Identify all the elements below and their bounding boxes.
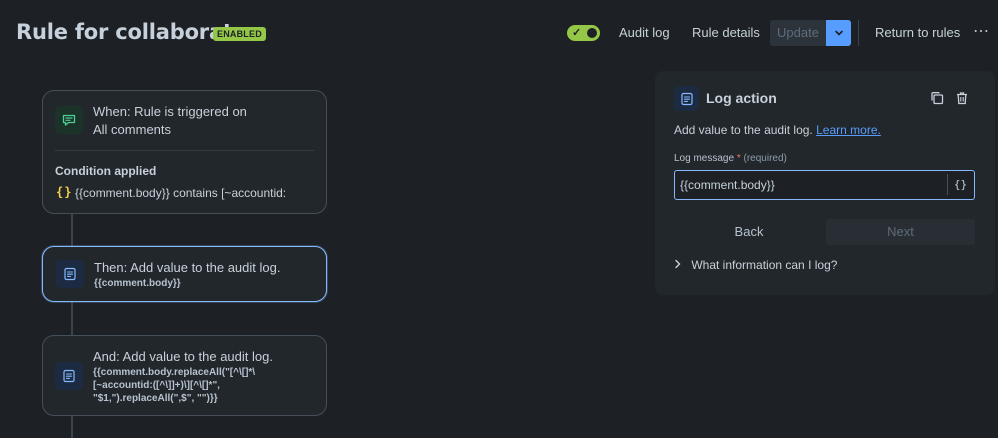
panel-icon-box xyxy=(674,86,699,111)
back-button[interactable]: Back xyxy=(674,219,824,245)
trigger-title: When: Rule is triggered on xyxy=(93,104,247,119)
log-message-field[interactable]: {} xyxy=(674,170,975,200)
action-code: {{comment.body}} xyxy=(94,278,181,289)
field-label-text: Log message xyxy=(674,153,735,164)
description-text: Add value to the audit log. xyxy=(674,123,813,137)
action-code-line: [~accountid:([^\]]+)\][^\[]*", xyxy=(93,380,220,391)
log-icon xyxy=(63,369,75,383)
trash-icon xyxy=(957,92,967,105)
action-icon-box xyxy=(55,362,83,390)
chevron-down-icon xyxy=(834,30,843,36)
action-code-line: {{comment.body.replaceAll("[^\[]*\ xyxy=(93,367,256,378)
enable-toggle[interactable]: ✓ xyxy=(567,25,600,41)
return-to-rules-button[interactable]: Return to rules xyxy=(875,24,960,42)
next-button: Next xyxy=(826,219,975,245)
delete-button[interactable] xyxy=(954,90,970,106)
field-separator xyxy=(947,174,948,195)
more-icon[interactable]: ⋯ xyxy=(972,21,990,43)
header-divider xyxy=(858,20,859,46)
update-options-button[interactable] xyxy=(826,20,851,46)
flow-connector xyxy=(71,302,73,335)
copy-button[interactable] xyxy=(929,90,945,106)
trigger-card[interactable]: When: Rule is triggered on All comments … xyxy=(42,90,327,214)
log-message-input[interactable] xyxy=(680,171,945,198)
chevron-right-icon xyxy=(674,256,688,274)
smart-value-button[interactable]: {} xyxy=(952,176,969,193)
panel-title: Log action xyxy=(706,90,777,106)
condition-heading: Condition applied xyxy=(55,164,157,178)
condition-text: {{comment.body}} contains [~accountid: xyxy=(75,186,287,200)
required-mark: * xyxy=(736,153,741,164)
panel-description: Add value to the audit log. Learn more. xyxy=(674,123,881,137)
copy-icon xyxy=(931,92,944,105)
action-code-line: "$1,").replaceAll(",$", "")}} xyxy=(93,393,218,404)
trigger-icon-box xyxy=(55,106,83,134)
smart-value-icon: {} xyxy=(56,185,73,199)
log-action-panel: Log action Add value to the audit log. L… xyxy=(655,71,995,295)
action-card-2[interactable]: And: Add value to the audit log. {{comme… xyxy=(42,335,327,416)
flow-connector xyxy=(71,416,73,438)
status-badge: ENABLED xyxy=(213,27,266,41)
log-icon xyxy=(64,267,76,281)
expander-label: What information can I log? xyxy=(691,258,838,272)
action-title: Then: Add value to the audit log. xyxy=(94,260,281,275)
flow-connector xyxy=(71,214,73,246)
learn-more-link[interactable]: Learn more. xyxy=(816,123,881,137)
comment-icon xyxy=(62,114,76,126)
trigger-subtitle: All comments xyxy=(93,122,172,137)
check-icon: ✓ xyxy=(572,27,582,39)
log-icon xyxy=(680,92,693,105)
action-title: And: Add value to the audit log. xyxy=(93,349,273,364)
audit-log-button[interactable]: Audit log xyxy=(619,24,670,42)
log-message-label: Log message * (required) xyxy=(674,153,787,164)
action-card-1[interactable]: Then: Add value to the audit log. {{comm… xyxy=(42,246,327,302)
toggle-knob xyxy=(587,28,597,38)
what-info-expander[interactable]: What information can I log? xyxy=(674,256,837,274)
required-hint: (required) xyxy=(743,153,787,164)
card-divider xyxy=(55,150,314,151)
rule-details-button[interactable]: Rule details xyxy=(692,24,760,42)
action-icon-box xyxy=(56,260,84,288)
update-button: Update xyxy=(770,20,826,46)
